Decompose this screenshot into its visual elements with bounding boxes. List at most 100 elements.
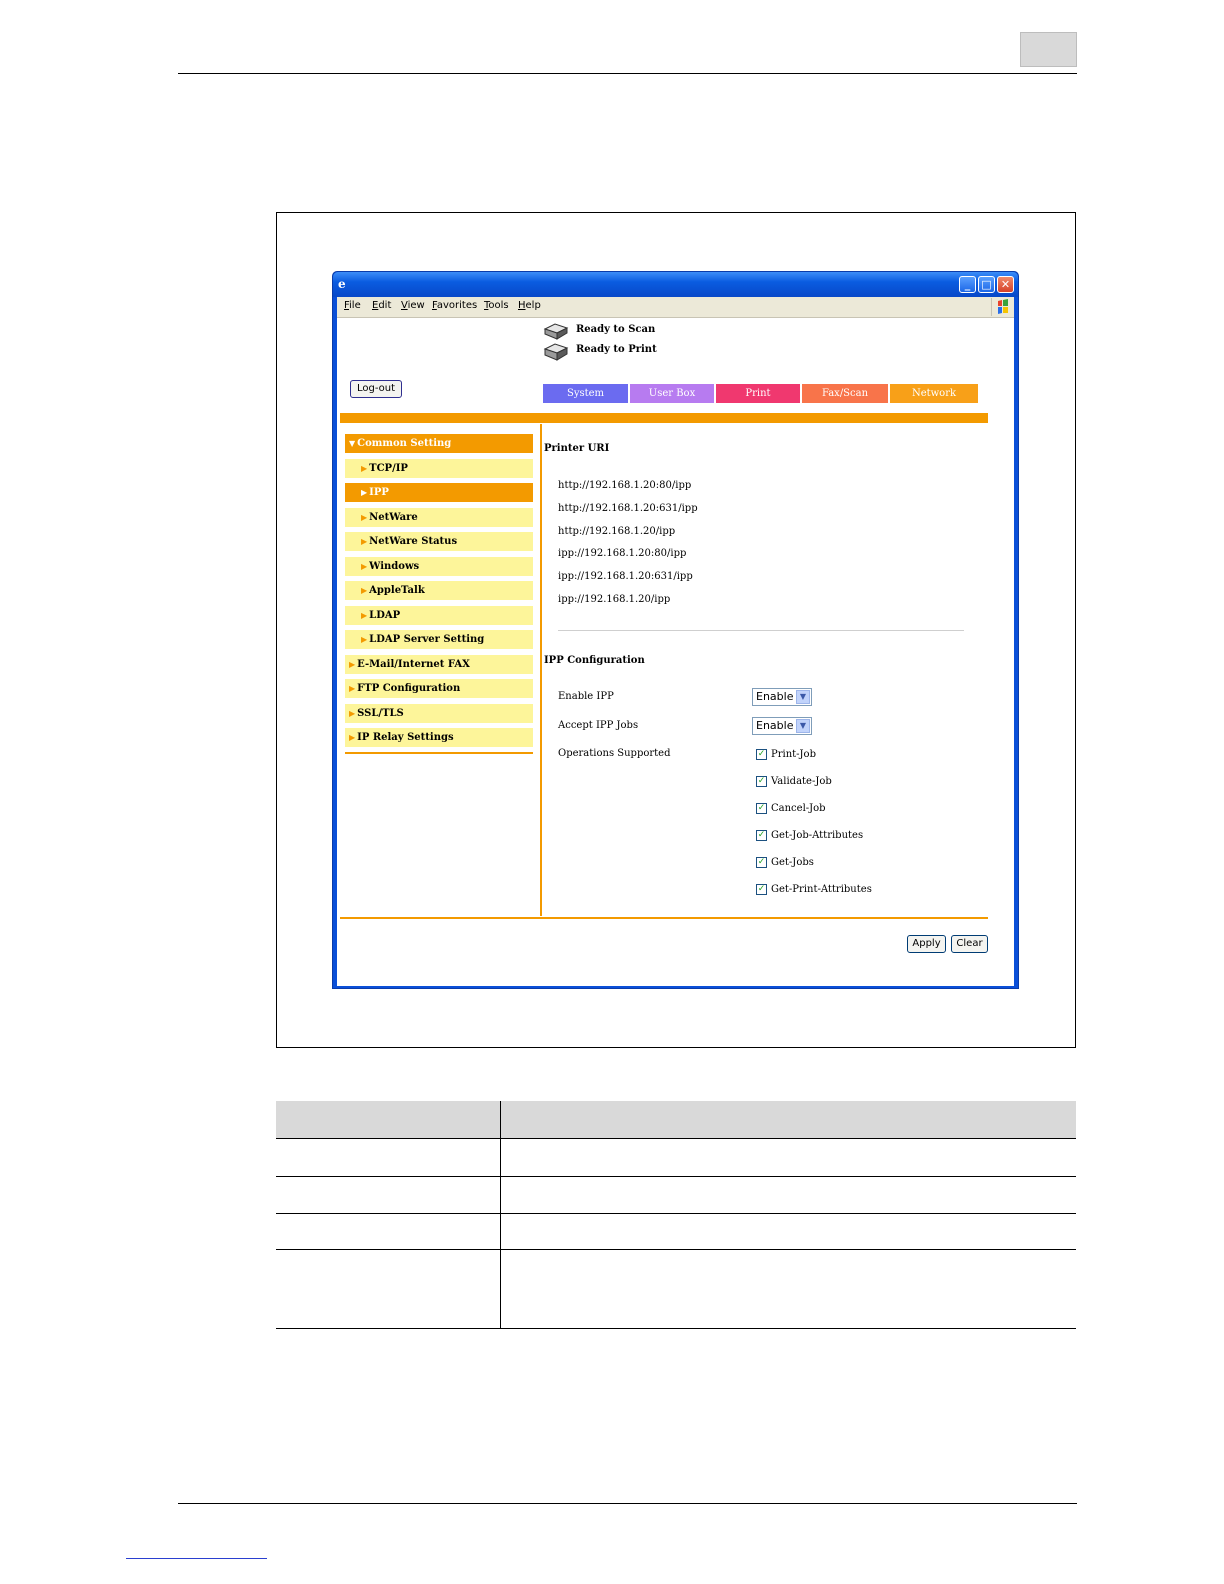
printer-uri-title: Printer URI <box>544 443 610 454</box>
section-separator <box>558 630 964 631</box>
sidebar-item-ssl-tls[interactable]: ▶ SSL/TLS <box>345 704 533 723</box>
sidebar-item-label: LDAP <box>369 610 401 621</box>
checkbox-label: Get-Job-Attributes <box>771 830 864 841</box>
triangle-right-icon: ▶ <box>349 683 356 693</box>
sidebar-item-label: LDAP Server Setting <box>369 634 485 645</box>
browser-window: e _ □ ✕ File Edit View Favorites Tools H… <box>332 271 1019 989</box>
menu-edit[interactable]: Edit <box>372 300 391 311</box>
footer-divider <box>340 917 988 919</box>
menu-file[interactable]: File <box>344 300 361 311</box>
sidebar-item-label: NetWare Status <box>369 536 458 547</box>
sidebar-item-ipp[interactable]: ▶ IPP <box>345 483 533 502</box>
print-job-checkbox[interactable]: ✓ <box>756 749 767 760</box>
triangle-right-icon: ▶ <box>361 463 368 473</box>
logout-button[interactable]: Log-out <box>350 380 402 398</box>
uri-item: http://192.168.1.20:80/ipp <box>558 480 692 491</box>
uri-item: http://192.168.1.20:631/ipp <box>558 503 698 514</box>
apply-button[interactable]: Apply <box>907 935 946 953</box>
triangle-right-icon: ▶ <box>361 512 368 522</box>
triangle-down-icon: ▼ <box>349 438 356 448</box>
status-print: Ready to Print <box>576 344 657 355</box>
operations-supported-label: Operations Supported <box>558 748 671 759</box>
sidebar-item-windows[interactable]: ▶ Windows <box>345 557 533 576</box>
enable-ipp-label: Enable IPP <box>558 691 614 702</box>
title-bar: e _ □ ✕ <box>333 272 1018 297</box>
enable-ipp-value: Enable <box>756 690 794 703</box>
tab-user-box[interactable]: User Box <box>630 384 714 403</box>
sidebar-common-setting[interactable]: ▼ Common Setting <box>345 434 533 453</box>
triangle-right-icon: ▶ <box>361 634 368 644</box>
table-row <box>276 1176 1076 1177</box>
chevron-down-icon: ▼ <box>796 719 810 733</box>
header-divider <box>340 413 988 423</box>
footer-rule <box>178 1503 1077 1504</box>
table-header <box>276 1101 1076 1139</box>
get-jobs-checkbox[interactable]: ✓ <box>756 857 767 868</box>
scanner-icon <box>543 322 569 340</box>
accept-ipp-jobs-label: Accept IPP Jobs <box>558 720 639 731</box>
checkbox-label: Print-Job <box>771 749 816 760</box>
table-row <box>276 1138 1076 1139</box>
validate-job-checkbox[interactable]: ✓ <box>756 776 767 787</box>
sidebar-item-email-internet-fax[interactable]: ▶ E-Mail/Internet FAX <box>345 655 533 674</box>
menu-tools[interactable]: Tools <box>484 300 509 311</box>
ipp-config-title: IPP Configuration <box>544 655 645 666</box>
sidebar-item-ip-relay-settings[interactable]: ▶ IP Relay Settings <box>345 728 533 747</box>
chapter-tab <box>1020 32 1077 67</box>
tab-print[interactable]: Print <box>716 384 800 403</box>
sidebar-item-ldap-server-setting[interactable]: ▶ LDAP Server Setting <box>345 630 533 649</box>
tab-fax-scan[interactable]: Fax/Scan <box>802 384 888 403</box>
table-row <box>276 1213 1076 1214</box>
menu-help[interactable]: Help <box>518 300 541 311</box>
triangle-right-icon: ▶ <box>349 732 356 742</box>
sidebar-item-label: FTP Configuration <box>357 683 461 694</box>
checkbox-label: Get-Jobs <box>771 857 814 868</box>
triangle-right-icon: ▶ <box>361 487 368 497</box>
checkbox-label: Cancel-Job <box>771 803 826 814</box>
checkbox-label: Validate-Job <box>771 776 832 787</box>
enable-ipp-select[interactable]: Enable ▼ <box>752 688 812 706</box>
sidebar-item-appletalk[interactable]: ▶ AppleTalk <box>345 581 533 600</box>
sidebar-item-netware-status[interactable]: ▶ NetWare Status <box>345 532 533 551</box>
ie-icon: e <box>338 277 346 291</box>
checkbox-label: Get-Print-Attributes <box>771 884 872 895</box>
sidebar-item-label: IPP <box>369 487 389 498</box>
windows-logo-icon <box>991 298 1014 316</box>
page-content: Ready to Scan Ready to Print Log-out Sys… <box>337 318 1014 986</box>
sidebar-item-label: AppleTalk <box>369 585 425 596</box>
menu-favorites[interactable]: Favorites <box>432 300 477 311</box>
tab-network[interactable]: Network <box>890 384 978 403</box>
sidebar-item-label: IP Relay Settings <box>357 732 454 743</box>
get-job-attributes-checkbox[interactable]: ✓ <box>756 830 767 841</box>
cancel-job-checkbox[interactable]: ✓ <box>756 803 767 814</box>
sidebar-end-rule <box>345 752 533 754</box>
menu-view[interactable]: View <box>401 300 425 311</box>
clear-button[interactable]: Clear <box>951 935 988 953</box>
triangle-right-icon: ▶ <box>349 708 356 718</box>
tab-system[interactable]: System <box>543 384 628 403</box>
triangle-right-icon: ▶ <box>361 610 368 620</box>
accept-ipp-jobs-select[interactable]: Enable ▼ <box>752 717 812 735</box>
sidebar-item-label: Windows <box>369 561 420 572</box>
sidebar-item-label: NetWare <box>369 512 418 523</box>
sidebar-item-tcp-ip[interactable]: ▶ TCP/IP <box>345 459 533 478</box>
status-scan: Ready to Scan <box>576 324 656 335</box>
uri-item: ipp://192.168.1.20:80/ipp <box>558 548 687 559</box>
printer-icon <box>543 341 569 361</box>
triangle-right-icon: ▶ <box>361 536 368 546</box>
close-button[interactable]: ✕ <box>997 276 1014 293</box>
maximize-button[interactable]: □ <box>978 276 995 293</box>
uri-item: ipp://192.168.1.20:631/ipp <box>558 571 693 582</box>
sidebar-item-ftp-configuration[interactable]: ▶ FTP Configuration <box>345 679 533 698</box>
accept-ipp-jobs-value: Enable <box>756 719 794 732</box>
uri-item: ipp://192.168.1.20/ipp <box>558 594 671 605</box>
menu-bar: File Edit View Favorites Tools Help <box>337 297 1014 318</box>
sidebar-item-label: E-Mail/Internet FAX <box>357 659 470 670</box>
sidebar-item-ldap[interactable]: ▶ LDAP <box>345 606 533 625</box>
triangle-right-icon: ▶ <box>361 561 368 571</box>
get-print-attributes-checkbox[interactable]: ✓ <box>756 884 767 895</box>
minimize-button[interactable]: _ <box>959 276 976 293</box>
sidebar-item-netware[interactable]: ▶ NetWare <box>345 508 533 527</box>
sidebar-item-label: Common Setting <box>357 438 452 449</box>
triangle-right-icon: ▶ <box>349 659 356 669</box>
